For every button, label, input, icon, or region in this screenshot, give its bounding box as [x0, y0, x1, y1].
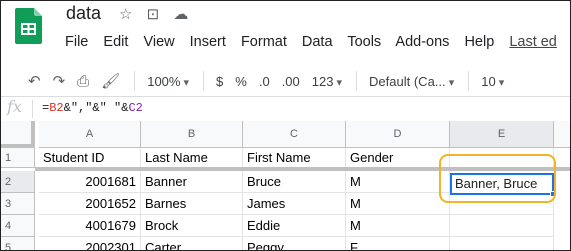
cell-e4[interactable] [450, 215, 554, 237]
menu-tools[interactable]: Tools [347, 34, 381, 50]
last-edit-link[interactable]: Last ed [509, 34, 557, 50]
menu-data[interactable]: Data [302, 34, 333, 50]
cell-b3[interactable]: Barnes [141, 193, 243, 215]
fx-icon: fx [7, 97, 22, 116]
row-header-1[interactable]: 1 [1, 148, 35, 168]
formula-bar-divider [32, 100, 33, 118]
formula-string-comma: "," [70, 101, 93, 115]
cell-a1[interactable]: Student ID [39, 148, 141, 168]
cloud-status-icon[interactable]: ☁ [173, 6, 188, 23]
menu-addons[interactable]: Add-ons [395, 34, 449, 50]
menu-help[interactable]: Help [464, 34, 494, 50]
formula-string-space: " " [99, 101, 122, 115]
star-icon[interactable]: ☆ [119, 6, 132, 23]
document-title[interactable]: data [66, 3, 101, 24]
column-header-b[interactable]: B [141, 121, 243, 148]
decrease-decimal-button[interactable]: .0 [259, 74, 270, 89]
redo-icon[interactable]: ↷ [53, 72, 66, 90]
menu-bar: File Edit View Insert Format Data Tools … [65, 34, 557, 50]
menu-file[interactable]: File [65, 34, 88, 50]
menu-insert[interactable]: Insert [190, 34, 226, 50]
cell-a4[interactable]: 4001679 [39, 215, 141, 237]
cell-b4[interactable]: Brock [141, 215, 243, 237]
column-header-d[interactable]: D [346, 121, 450, 148]
sheets-logo-icon[interactable] [15, 8, 42, 44]
cell-d3[interactable]: M [346, 193, 450, 215]
toolbar-divider-line [1, 96, 570, 97]
formula-ref-b2: B2 [49, 101, 64, 115]
cell-c3[interactable]: James [243, 193, 346, 215]
formula-amp: & [92, 101, 100, 115]
menu-format[interactable]: Format [241, 34, 287, 50]
percent-format-button[interactable]: % [235, 74, 247, 89]
cell-c1[interactable]: First Name [243, 148, 346, 168]
cell-a2[interactable]: 2001681 [39, 171, 141, 193]
cell-a3[interactable]: 2001652 [39, 193, 141, 215]
cell-b2[interactable]: Banner [141, 171, 243, 193]
select-all-corner[interactable] [1, 121, 35, 148]
cell-d1[interactable]: Gender [346, 148, 450, 168]
cell-c4[interactable]: Eddie [243, 215, 346, 237]
cell-c5[interactable]: Peggy [243, 237, 346, 250]
formula-ref-c2: C2 [128, 101, 143, 115]
currency-format-button[interactable]: $ [216, 74, 223, 89]
toolbar-divider [468, 71, 470, 91]
column-header-c[interactable]: C [243, 121, 346, 148]
spreadsheet-window: data ☆ ⊡ ☁ File Edit View Insert Format … [0, 0, 571, 251]
toolbar: ↶ ↷ ⎙ 🖌 100% $ % .0 .00 123 Default (Ca.… [28, 70, 516, 92]
title-icons: ☆ ⊡ ☁ [119, 5, 198, 23]
increase-decimal-button[interactable]: .00 [282, 74, 300, 89]
undo-icon[interactable]: ↶ [28, 72, 41, 90]
column-header-e[interactable]: E [450, 121, 554, 148]
row-header-4[interactable]: 4 [1, 215, 35, 237]
cell-c2[interactable]: Bruce [243, 171, 346, 193]
row-header-5[interactable]: 5 [1, 237, 35, 250]
menu-edit[interactable]: Edit [103, 34, 128, 50]
cell-a5[interactable]: 2002301 [39, 237, 141, 250]
print-icon[interactable]: ⎙ [77, 73, 89, 90]
toolbar-divider [203, 71, 205, 91]
toolbar-divider [356, 71, 358, 91]
cell-b5[interactable]: Carter [141, 237, 243, 250]
cell-d2[interactable]: M [346, 171, 450, 193]
row-header-2[interactable]: 2 [1, 171, 35, 193]
more-formats-select[interactable]: 123 [312, 74, 342, 89]
paint-format-icon[interactable]: 🖌 [101, 72, 120, 90]
font-size-select[interactable]: 10 [481, 74, 504, 89]
row-header-3[interactable]: 3 [1, 193, 35, 215]
cell-e5[interactable] [450, 237, 554, 250]
formula-input[interactable]: =B2&","&" "&C2 [42, 101, 143, 115]
column-header-f[interactable] [554, 121, 570, 148]
formula-amp: & [63, 101, 71, 115]
menu-view[interactable]: View [143, 34, 174, 50]
font-family-select[interactable]: Default (Ca... [369, 74, 454, 89]
zoom-select[interactable]: 100% [147, 74, 189, 89]
highlight-annotation [439, 154, 556, 203]
cell-d5[interactable]: F [346, 237, 450, 250]
cell-b1[interactable]: Last Name [141, 148, 243, 168]
toolbar-divider [134, 71, 136, 91]
move-to-folder-icon[interactable]: ⊡ [147, 6, 160, 23]
column-header-a[interactable]: A [39, 121, 141, 148]
cell-d4[interactable]: M [346, 215, 450, 237]
